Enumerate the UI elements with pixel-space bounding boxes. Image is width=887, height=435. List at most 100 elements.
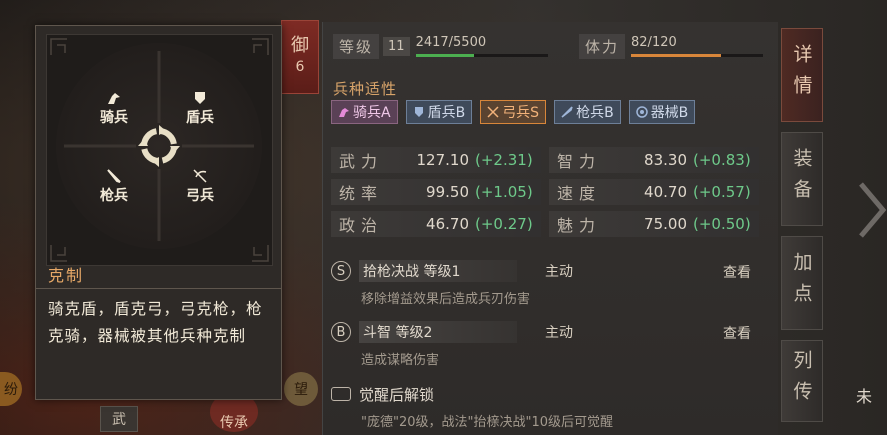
stamina-block: 体力 82/120 xyxy=(579,32,764,60)
awaken-entry: 觉醒后解锁 "庞德"20级，战法"抬榇决战"10级后可觉醒 xyxy=(331,383,771,430)
trait-spear[interactable]: 枪兵B xyxy=(554,100,621,124)
attr-politics: 政治 46.70 (+0.27) xyxy=(331,211,541,237)
unit-label: 盾兵 xyxy=(186,110,214,126)
attr-name: 智力 xyxy=(557,152,602,171)
awaken-title: 觉醒后解锁 xyxy=(359,385,435,404)
attr-bonus: (+1.05) xyxy=(475,183,533,201)
trait-siege[interactable]: 器械B xyxy=(628,100,696,124)
attr-name: 速度 xyxy=(557,184,602,203)
stamina-fill xyxy=(631,54,721,57)
gear-icon xyxy=(635,106,648,118)
unit-archer: 弓兵 xyxy=(186,169,214,205)
skill-view-button[interactable]: 查看 xyxy=(723,323,751,343)
trait-shield[interactable]: 盾兵B xyxy=(405,100,473,124)
tooltip-divider xyxy=(36,288,281,289)
attr-speed: 速度 40.70 (+0.57) xyxy=(549,179,759,205)
right-edge-text: 未 xyxy=(856,387,873,406)
attr-row: 政治 46.70 (+0.27) 魅力 75.00 (+0.50) xyxy=(331,208,767,240)
tooltip-title: 克制 xyxy=(48,266,85,285)
wang-button[interactable]: 望 xyxy=(284,372,318,406)
spear-icon xyxy=(561,106,573,118)
skill-desc: 造成谋略伤害 xyxy=(361,353,440,368)
yu-char: 御 xyxy=(291,35,309,56)
spear-icon xyxy=(107,169,121,183)
trait-label: 器械B xyxy=(650,105,689,121)
stamina-label: 体力 xyxy=(579,33,626,59)
skill-grade-badge: B xyxy=(331,322,351,342)
wu-button[interactable]: 武 xyxy=(100,406,138,432)
skill-entry: B 斗智 等级2 主动 查看 造成谋略伤害 xyxy=(331,321,771,368)
attr-charm: 魅力 75.00 (+0.50) xyxy=(549,211,759,237)
trait-heading: 兵种适性 xyxy=(333,80,398,98)
exp-fill xyxy=(415,54,474,57)
exp-text: 2417/5500 xyxy=(415,35,487,50)
attr-row: 统率 99.50 (+1.05) 速度 40.70 (+0.57) xyxy=(331,176,767,208)
shield-icon xyxy=(195,92,205,104)
skill-view-button[interactable]: 查看 xyxy=(723,262,751,282)
level-value: 11 xyxy=(383,36,410,56)
attr-bonus: (+2.31) xyxy=(475,151,533,169)
next-arrow-icon[interactable] xyxy=(857,180,887,240)
counter-wheel: 骑兵 盾兵 枪兵 弓兵 xyxy=(56,43,262,249)
trait-label: 枪兵B xyxy=(576,105,614,121)
skill-desc: 移除增益效果后造成兵刃伤害 xyxy=(361,292,531,307)
chuan-label: 传 xyxy=(220,415,234,431)
trait-list: 骑兵A 盾兵B 弓兵S 枪兵B 器械B xyxy=(331,100,696,124)
unit-label: 枪兵 xyxy=(100,188,128,204)
bow-icon xyxy=(193,169,207,183)
level-block: 等级 11 2417/5500 xyxy=(333,32,548,60)
awaken-icon xyxy=(331,387,351,401)
trait-cavalry[interactable]: 骑兵A xyxy=(331,100,398,124)
skill-type: 主动 xyxy=(545,264,573,280)
attr-force: 武力 127.10 (+2.31) xyxy=(331,147,541,173)
attr-name: 政治 xyxy=(339,216,384,235)
counter-tooltip: 骑兵 盾兵 枪兵 弓兵 克制 骑克盾，盾克弓，弓克枪，枪克骑，器械被其他兵种克制 xyxy=(35,25,282,400)
yu-tab[interactable]: 御 6 xyxy=(281,20,319,94)
unit-cavalry: 骑兵 xyxy=(100,91,128,127)
tab-details[interactable]: 详情 xyxy=(781,28,823,122)
tab-points[interactable]: 加点 xyxy=(781,236,823,330)
general-detail-panel: 等级 11 2417/5500 体力 82/120 兵种适性 骑兵A 盾兵B 弓… xyxy=(322,22,778,435)
attr-value: 75.00 xyxy=(644,215,687,233)
attr-row: 武力 127.10 (+2.31) 智力 83.30 (+0.83) xyxy=(331,144,767,176)
counter-wheel-box: 骑兵 盾兵 枪兵 弓兵 xyxy=(46,34,273,266)
skill-entry: S 拾枪决战 等级1 主动 查看 移除增益效果后造成兵刃伤害 xyxy=(331,260,771,307)
attr-command: 统率 99.50 (+1.05) xyxy=(331,179,541,205)
tab-equipment[interactable]: 装备 xyxy=(781,132,823,226)
attr-name: 武力 xyxy=(339,152,384,171)
level-label: 等级 xyxy=(333,33,380,59)
horse-icon xyxy=(339,108,349,117)
attr-name: 统率 xyxy=(339,184,384,203)
trait-archer[interactable]: 弓兵S xyxy=(480,100,547,124)
tab-biography[interactable]: 列传 xyxy=(781,340,823,422)
attr-intellect: 智力 83.30 (+0.83) xyxy=(549,147,759,173)
attr-bonus: (+0.50) xyxy=(693,215,751,233)
tooltip-body: 骑克盾，盾克弓，弓克枪，枪克骑，器械被其他兵种克制 xyxy=(48,300,263,345)
trait-label: 弓兵S xyxy=(502,105,540,121)
cheng-label: 承 xyxy=(234,415,248,431)
cycle-arrows-icon xyxy=(138,125,180,167)
unit-label: 弓兵 xyxy=(186,188,214,204)
shield-icon xyxy=(414,107,423,117)
skill-grade-badge: S xyxy=(331,261,351,281)
attr-bonus: (+0.27) xyxy=(475,215,533,233)
attr-value: 99.50 xyxy=(426,183,469,201)
attr-bonus: (+0.83) xyxy=(693,151,751,169)
awaken-desc: "庞德"20级，战法"抬榇决战"10级后可觉醒 xyxy=(361,415,614,430)
exp-bar: 2417/5500 xyxy=(415,35,548,57)
unit-label: 骑兵 xyxy=(100,110,128,126)
stamina-text: 82/120 xyxy=(631,35,677,50)
trait-label: 盾兵B xyxy=(427,105,466,121)
attr-value: 40.70 xyxy=(644,183,687,201)
unit-spear: 枪兵 xyxy=(100,169,128,205)
attr-name: 魅力 xyxy=(557,216,602,235)
attr-value: 83.30 xyxy=(644,151,687,169)
attr-value: 127.10 xyxy=(416,151,470,169)
skill-type: 主动 xyxy=(545,325,573,341)
unit-shield: 盾兵 xyxy=(186,91,214,127)
horse-icon xyxy=(108,93,120,104)
trait-label: 骑兵A xyxy=(353,105,391,121)
stamina-bar: 82/120 xyxy=(631,35,764,57)
bow-icon xyxy=(487,106,499,118)
skill-title: 拾枪决战 等级1 xyxy=(359,260,517,282)
